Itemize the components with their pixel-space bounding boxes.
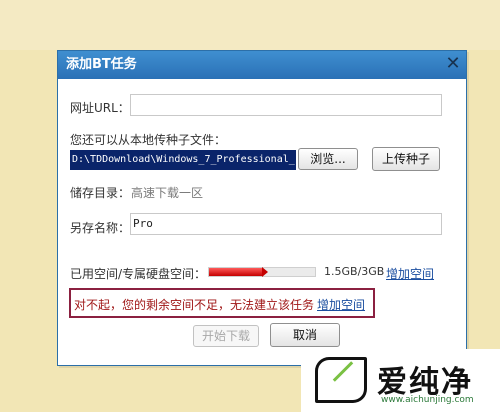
add-space-link[interactable]: 增加空间 <box>386 265 434 282</box>
upload-seed-button[interactable]: 上传种子 <box>372 147 440 171</box>
storage-value: 高速下载一区 <box>131 186 204 200</box>
warning-box: 对不起，您的剩余空间不足，无法建立该任务 增加空间 <box>69 288 375 318</box>
close-icon[interactable]: ✕ <box>443 55 463 75</box>
url-input[interactable] <box>130 94 442 116</box>
watermark-logo-icon <box>315 357 367 403</box>
space-usage-tip <box>262 267 268 277</box>
saveas-label: 另存名称： <box>70 221 131 235</box>
watermark: 爱纯净 www.aichunjing.com <box>301 349 500 412</box>
space-label: 已用空间/专属硬盘空间： <box>70 267 207 281</box>
cancel-button[interactable]: 取消 <box>270 323 340 347</box>
url-label: 网址URL： <box>70 101 130 115</box>
start-download-button[interactable]: 开始下载 <box>193 325 259 347</box>
browse-button[interactable]: 浏览... <box>298 148 358 170</box>
space-usage-bar <box>208 267 316 277</box>
watermark-check-icon <box>332 361 354 382</box>
seed-path-input[interactable]: D:\TDDownload\Windows_7_Professional_ <box>70 150 296 170</box>
local-seed-label: 您还可以从本地传种子文件： <box>70 133 227 147</box>
dialog-title: 添加BT任务 <box>66 57 137 72</box>
space-usage-text: 1.5GB/3GB <box>324 265 385 278</box>
background-edge <box>0 0 500 50</box>
warning-text: 对不起，您的剩余空间不足，无法建立该任务 <box>74 298 315 312</box>
space-usage-fill <box>209 268 262 276</box>
saveas-input[interactable]: Pro <box>130 213 442 235</box>
watermark-url: www.aichunjing.com <box>381 395 474 405</box>
storage-label: 储存目录： <box>70 186 131 200</box>
dialog-titlebar: 添加BT任务 <box>58 51 466 79</box>
warning-add-space-link[interactable]: 增加空间 <box>317 296 365 313</box>
add-bt-task-dialog: 添加BT任务 ✕ 网址URL： 您还可以从本地传种子文件： D:\TDDownl… <box>57 50 467 366</box>
